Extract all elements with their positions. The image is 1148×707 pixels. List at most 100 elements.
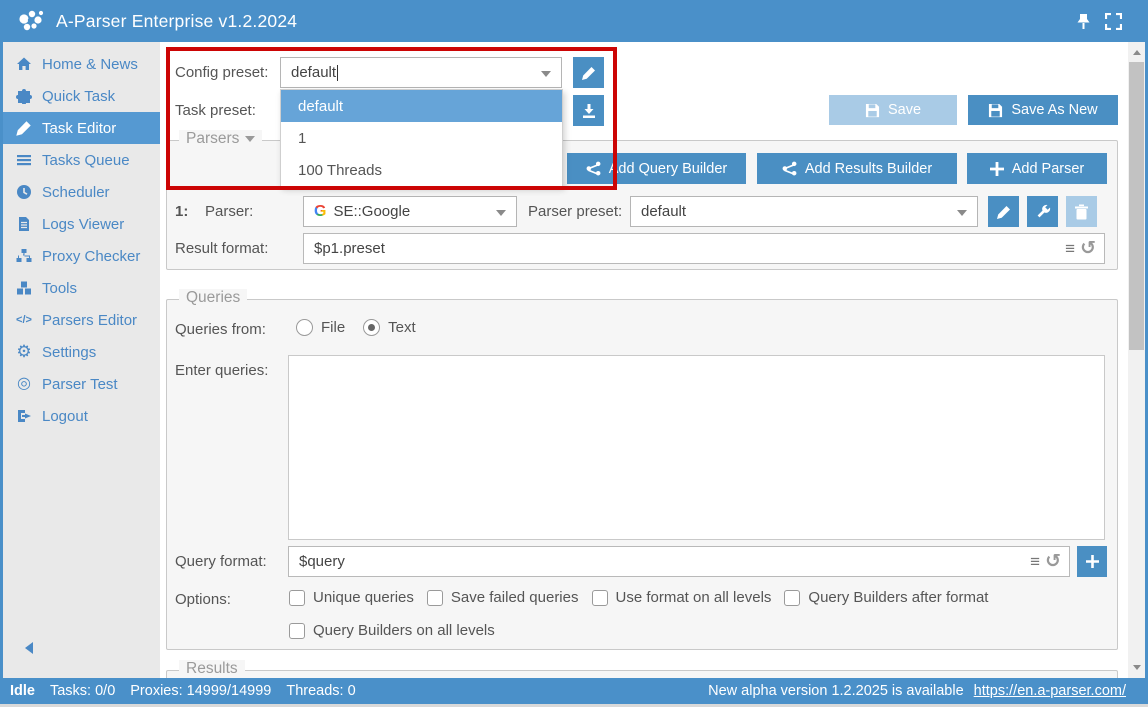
wrench-icon xyxy=(1035,204,1051,220)
parser-label: Parser: xyxy=(205,203,253,220)
reset-icon[interactable]: ↺ xyxy=(1045,550,1061,573)
sidebar-item-label: Logout xyxy=(42,408,88,425)
vertical-scrollbar xyxy=(1128,42,1145,678)
scrollbar-thumb[interactable] xyxy=(1129,62,1144,350)
query-format-input[interactable]: $query ≡ ↺ xyxy=(288,546,1070,577)
home-icon xyxy=(15,56,33,72)
app-window: A-Parser Enterprise v1.2.2024 Home & New… xyxy=(0,0,1148,707)
sidebar-item-parsers-editor[interactable]: </> Parsers Editor xyxy=(3,304,160,336)
sidebar-item-task-editor[interactable]: Task Editor xyxy=(3,112,160,144)
sidebar-item-label: Task Editor xyxy=(42,120,116,137)
add-query-format-button[interactable] xyxy=(1077,546,1107,577)
scroll-down-button[interactable] xyxy=(1128,659,1145,676)
edit-parser-preset-button[interactable] xyxy=(988,196,1019,227)
template-list-icon[interactable]: ≡ xyxy=(1065,239,1075,259)
result-format-input[interactable]: $p1.preset ≡ ↺ xyxy=(303,233,1105,264)
parser-preset-select[interactable]: default xyxy=(630,196,978,227)
parser-select[interactable]: G SE::Google xyxy=(303,196,517,227)
unique-queries-checkbox[interactable]: Unique queries xyxy=(289,589,414,606)
pin-icon[interactable] xyxy=(1076,13,1091,30)
sidebar-item-quick-task[interactable]: Quick Task xyxy=(3,80,160,112)
save-failed-queries-checkbox[interactable]: Save failed queries xyxy=(427,589,579,606)
query-format-label: Query format: xyxy=(175,553,267,570)
trash-icon xyxy=(1074,204,1089,220)
sidebar-item-home-news[interactable]: Home & News xyxy=(3,48,160,80)
pencil-icon xyxy=(996,204,1012,220)
options-row-1: Unique queries Save failed queries Use f… xyxy=(289,589,988,606)
target-icon: ◎ xyxy=(15,376,33,392)
google-icon: G xyxy=(314,204,326,220)
parsers-legend[interactable]: Parsers xyxy=(179,130,262,148)
chevron-down-icon xyxy=(496,210,506,216)
app-title: A-Parser Enterprise v1.2.2024 xyxy=(56,11,297,32)
status-proxies: Proxies: 14999/14999 xyxy=(130,683,271,699)
query-format-value: $query xyxy=(299,553,345,570)
sidebar-item-settings[interactable]: ⚙ Settings xyxy=(3,336,160,368)
checkbox-label: Unique queries xyxy=(313,589,414,606)
sidebar-item-tasks-queue[interactable]: Tasks Queue xyxy=(3,144,160,176)
save-as-new-button[interactable]: Save As New xyxy=(968,95,1118,125)
results-legend: Results xyxy=(179,660,245,678)
delete-parser-button[interactable] xyxy=(1066,196,1097,227)
cubes-icon xyxy=(15,280,33,296)
scroll-down-icon xyxy=(1133,665,1141,670)
query-builders-all-levels-checkbox[interactable]: Query Builders on all levels xyxy=(289,622,495,639)
sidebar-item-label: Proxy Checker xyxy=(42,248,140,265)
window-border-left xyxy=(0,42,3,678)
parser-select-value: SE::Google xyxy=(333,203,410,220)
template-list-icon[interactable]: ≡ xyxy=(1030,552,1040,572)
save-button[interactable]: Save xyxy=(829,95,957,125)
dropdown-option-1[interactable]: 1 xyxy=(281,122,562,154)
add-query-builder-button[interactable]: Add Query Builder xyxy=(567,153,746,184)
dropdown-option-100-threads[interactable]: 100 Threads xyxy=(281,154,562,186)
edit-config-preset-button[interactable] xyxy=(573,57,604,88)
save-icon xyxy=(988,103,1003,118)
enter-queries-label: Enter queries: xyxy=(175,362,268,379)
status-state: Idle xyxy=(10,683,35,699)
checkbox-label: Use format on all levels xyxy=(616,589,772,606)
plus-icon xyxy=(990,162,1004,176)
add-parser-button[interactable]: Add Parser xyxy=(967,153,1107,184)
parser-preset-label: Parser preset: xyxy=(528,203,622,220)
sidebar-item-logs-viewer[interactable]: Logs Viewer xyxy=(3,208,160,240)
sidebar-collapse-arrow[interactable] xyxy=(25,642,33,654)
sidebar-item-label: Parsers Editor xyxy=(42,312,137,329)
share-icon xyxy=(782,161,797,176)
gears-icon: ⚙ xyxy=(15,344,33,360)
sidebar-item-logout[interactable]: Logout xyxy=(3,400,160,432)
sidebar-item-proxy-checker[interactable]: Proxy Checker xyxy=(3,240,160,272)
pencil-icon xyxy=(15,120,33,136)
share-icon xyxy=(586,161,601,176)
chevron-down-icon xyxy=(245,136,255,142)
query-builders-after-format-checkbox[interactable]: Query Builders after format xyxy=(784,589,988,606)
download-task-preset-button[interactable] xyxy=(573,95,604,126)
config-preset-label: Config preset: xyxy=(175,64,268,81)
logout-icon xyxy=(15,408,33,424)
sidebar-item-tools[interactable]: Tools xyxy=(3,272,160,304)
parser-settings-button[interactable] xyxy=(1027,196,1058,227)
parser-preset-value: default xyxy=(641,203,686,220)
radio-file-label: File xyxy=(321,319,345,336)
queries-from-file-radio[interactable]: File xyxy=(296,319,345,336)
checkbox-box xyxy=(427,590,443,606)
config-preset-combobox[interactable]: default xyxy=(280,57,562,88)
add-parser-label: Add Parser xyxy=(1012,161,1085,177)
fullscreen-icon[interactable] xyxy=(1105,13,1122,30)
queries-textarea[interactable] xyxy=(288,355,1105,540)
sidebar-item-parser-test[interactable]: ◎ Parser Test xyxy=(3,368,160,400)
dropdown-option-default[interactable]: default xyxy=(281,90,562,122)
status-tasks: Tasks: 0/0 xyxy=(50,683,115,699)
scroll-up-button[interactable] xyxy=(1128,44,1145,61)
results-section: Results xyxy=(166,670,1118,678)
update-link[interactable]: https://en.a-parser.com/ xyxy=(974,683,1126,699)
options-row-2: Query Builders on all levels xyxy=(289,622,495,639)
radio-circle xyxy=(296,319,313,336)
add-results-builder-button[interactable]: Add Results Builder xyxy=(757,153,957,184)
queries-legend-label: Queries xyxy=(186,289,240,307)
queries-from-text-radio[interactable]: Text xyxy=(363,319,416,336)
text-cursor xyxy=(337,65,338,81)
use-format-all-levels-checkbox[interactable]: Use format on all levels xyxy=(592,589,772,606)
reset-icon[interactable]: ↺ xyxy=(1080,237,1096,260)
sidebar-item-scheduler[interactable]: Scheduler xyxy=(3,176,160,208)
document-icon xyxy=(15,216,33,232)
